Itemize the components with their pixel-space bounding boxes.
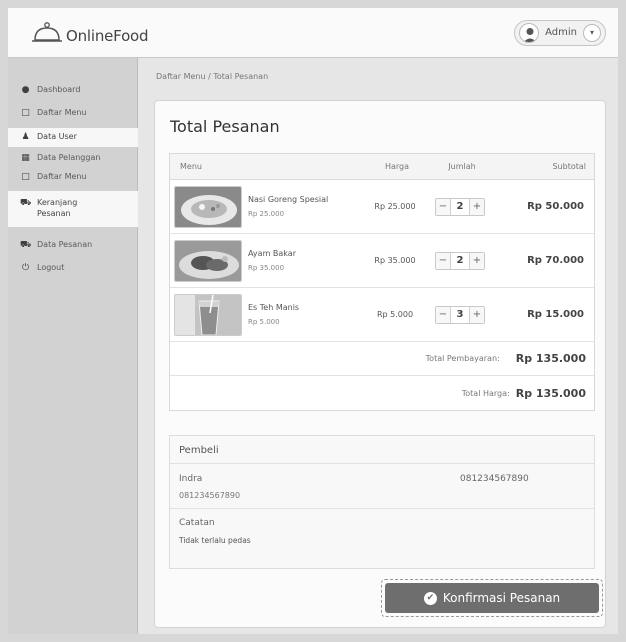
divider [170,508,594,509]
item-price: Rp 25.000 [248,209,285,218]
top-bar: OnlineFood Admin ▾ [8,8,618,58]
check-circle-icon: ✔ [423,591,437,605]
customers-icon: ▦ [21,153,30,163]
buyer-heading: Pembeli [170,436,594,464]
total-pembayaran-row: Total Pembayaran: Rp 135.000 [170,342,594,376]
sidebar-item-label: Data Pelanggan [37,153,101,162]
dashboard-icon: ● [21,85,30,95]
quantity-stepper: − 2 + [425,251,495,270]
table-row: Nasi Goreng Spesial Rp 25.000 Rp 25.000 … [170,180,594,234]
fried-rice-photo [174,185,242,228]
total-pembayaran-value: Rp 135.000 [515,352,586,365]
sidebar: ● Dashboard □ Daftar Menu ♟ Data User ▦ … [8,58,138,634]
total-harga-row: Total Harga: Rp 135.000 [170,376,594,410]
page-title: Total Pesanan [170,117,280,136]
sidebar-item-label: Logout [37,262,65,272]
sidebar-item-daftar-menu-2[interactable]: □ Daftar Menu [8,168,137,187]
confirm-order-label: Konfirmasi Pesanan [442,591,561,605]
column-header-jumlah: Jumlah [448,162,476,171]
breadcrumb: Daftar Menu / Total Pesanan [156,72,269,81]
buyer-phone-right: 081234567890 [460,474,529,484]
item-name: Nasi Goreng Spesial [248,195,329,205]
chevron-down-icon[interactable]: ▾ [583,23,601,42]
item-price: Rp 5.000 [248,317,280,326]
menu-list-icon: □ [21,108,30,118]
menu-list-icon: □ [21,172,30,182]
cart-icon: ⛟ [20,239,32,250]
increment-button[interactable]: + [470,198,484,215]
item-subtotal: Rp 15.000 [527,309,584,320]
column-header-subtotal: Subtotal [552,162,586,171]
sidebar-item-label: Daftar Menu [37,172,87,181]
avatar [519,22,540,43]
table-row: Ayam Bakar Rp 35.000 Rp 35.000 − 2 + Rp … [170,234,594,288]
sidebar-item-data-pelanggan[interactable]: ▦ Data Pelanggan [8,149,137,168]
item-name: Es Teh Manis [248,303,300,313]
sidebar-item-dashboard[interactable]: ● Dashboard [8,80,137,101]
user-menu[interactable]: Admin ▾ [514,19,606,46]
increment-button[interactable]: + [470,252,484,269]
grilled-chicken-photo [174,239,242,282]
cloche-icon [30,21,64,45]
sidebar-item-label: Daftar Menu [37,108,87,117]
decrement-button[interactable]: − [436,198,450,215]
total-harga-value: Rp 135.000 [515,386,586,400]
sidebar-item-label: Data User [37,132,77,141]
item-harga: Rp 35.000 [374,256,416,265]
table-row: Es Teh Manis Rp 5.000 Rp 5.000 − 3 + Rp … [170,288,594,342]
quantity-value: 2 [450,252,470,269]
sidebar-item-daftar-menu[interactable]: □ Daftar Menu [8,103,137,124]
sidebar-item-data-user[interactable]: ♟ Data User [8,128,138,147]
buyer-section: Pembeli Indra 081234567890 081234567890 … [169,435,595,569]
quantity-stepper: − 3 + [425,305,495,324]
sidebar-item-logout[interactable]: ⏻ Logout [8,258,137,279]
sidebar-item-label: Data Pesanan [37,239,93,249]
brand-logo[interactable]: OnlineFood [30,21,149,45]
quantity-value: 2 [450,198,470,215]
buyer-name: Indra [179,474,203,484]
quantity-stepper: − 2 + [425,197,495,216]
sidebar-item-label: Keranjang Pesanan [37,198,78,218]
note-label: Catatan [179,518,215,528]
item-price: Rp 35.000 [248,263,285,272]
buyer-phone: 081234567890 [179,491,241,500]
item-harga: Rp 25.000 [374,202,416,211]
total-harga-label: Total Harga: [461,388,510,398]
quantity-value: 3 [450,306,470,323]
decrement-button[interactable]: − [436,306,450,323]
sidebar-item-keranjang-pesanan[interactable]: ⛟ Keranjang Pesanan [8,191,138,227]
confirm-order-button[interactable]: ✔ Konfirmasi Pesanan [381,579,603,617]
iced-tea-photo [174,293,242,336]
item-harga: Rp 5.000 [376,310,414,319]
total-pembayaran-label: Total Pembayaran: [425,354,500,363]
cart-icon: ⛟ [20,198,32,208]
item-name: Ayam Bakar [248,249,296,259]
user-icon: ♟ [21,132,30,142]
note-text: Tidak terlalu pedas [179,536,251,545]
main-content: Daftar Menu / Total Pesanan Total Pesana… [138,58,618,634]
power-icon: ⏻ [21,262,30,273]
table-header: Menu Harga Jumlah Subtotal [170,154,594,180]
sidebar-item-data-pesanan[interactable]: ⛟ Data Pesanan [8,235,137,256]
sidebar-item-label: Dashboard [37,85,81,94]
brand-name: OnlineFood [66,26,149,45]
column-header-menu: Menu [180,162,202,171]
increment-button[interactable]: + [470,306,484,323]
item-subtotal: Rp 50.000 [527,201,584,212]
order-table: Menu Harga Jumlah Subtotal Nasi Goreng S… [169,153,595,411]
column-header-harga: Harga [384,162,410,171]
item-subtotal: Rp 70.000 [527,255,584,266]
user-name: Admin [545,27,577,38]
decrement-button[interactable]: − [436,252,450,269]
order-card: Total Pesanan Menu Harga Jumlah Subtotal [154,100,606,628]
